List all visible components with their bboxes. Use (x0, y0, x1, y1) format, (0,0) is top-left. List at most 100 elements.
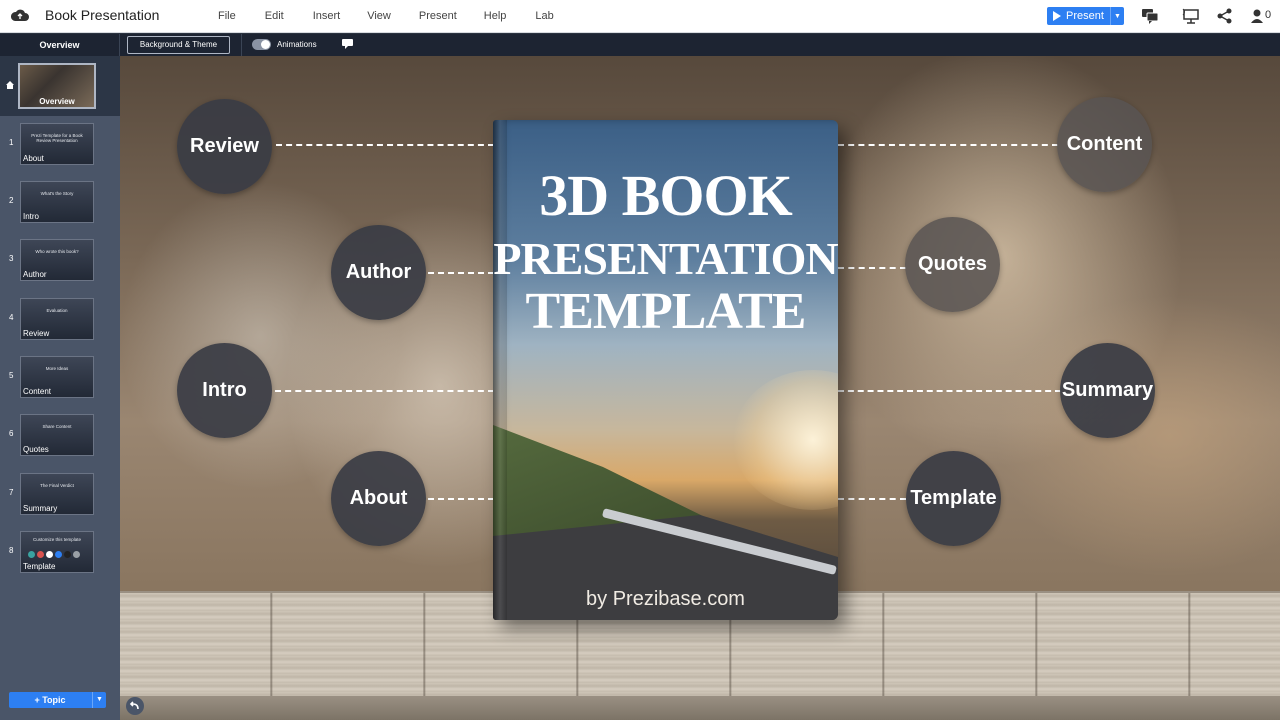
menu-file[interactable]: File (218, 10, 236, 22)
cloud-icon[interactable] (11, 8, 29, 22)
slide-thumbnail[interactable]: The Final Verdict Summary (20, 473, 94, 515)
topic-review[interactable]: Review (177, 99, 272, 194)
slide-thumb-title: The Final Verdict (40, 483, 74, 488)
slide-label: Quotes (23, 445, 49, 454)
book-cover[interactable]: 3D BOOK PRESENTATION TEMPLATE by Preziba… (493, 120, 838, 620)
slide-thumbnail[interactable]: Who wrote this book? Author (20, 239, 94, 281)
slide-item[interactable]: 3 Who wrote this book? Author (0, 239, 120, 283)
topic-summary[interactable]: Summary (1060, 343, 1155, 438)
slide-thumbnail[interactable]: Customize this template Template (20, 531, 94, 573)
slide-thumbnail[interactable]: Evaluation Review (20, 298, 94, 340)
share-icon[interactable] (1216, 8, 1234, 24)
menu-edit[interactable]: Edit (265, 10, 284, 22)
back-button[interactable] (126, 697, 144, 715)
slide-number: 1 (9, 138, 14, 147)
connector-line (838, 390, 1061, 392)
swatch (28, 551, 35, 558)
slide-item[interactable]: 2 What's the Story Intro (0, 181, 120, 225)
slide-item[interactable]: 6 Share Content Quotes (0, 414, 120, 458)
topic-author[interactable]: Author (331, 225, 426, 320)
slide-thumb-title: Evaluation (46, 308, 68, 313)
menu-help[interactable]: Help (484, 10, 507, 22)
back-arrow-icon (129, 701, 139, 710)
slide-number: 4 (9, 313, 14, 322)
add-topic-button[interactable]: + Topic ▼ (9, 692, 106, 708)
slide-item[interactable]: 7 The Final Verdict Summary (0, 473, 120, 517)
book-sun-glow (733, 370, 838, 510)
overview-thumb-label: Overview (39, 97, 75, 106)
top-menu-bar: Book Presentation File Edit Insert View … (0, 0, 1280, 33)
connector-line (838, 267, 906, 269)
present-options-dropdown[interactable]: ▼ (1110, 7, 1124, 25)
menu-insert[interactable]: Insert (313, 10, 341, 22)
overview-tab[interactable]: Overview (0, 34, 120, 56)
swatch (37, 551, 44, 558)
add-topic-dropdown[interactable]: ▼ (92, 692, 106, 708)
document-title[interactable]: Book Presentation (45, 7, 159, 23)
overview-slide-row[interactable]: Overview (0, 56, 120, 116)
slide-item[interactable]: 1 Prezi Template for a Book Review Prese… (0, 123, 120, 167)
comment-icon[interactable] (342, 39, 353, 49)
topic-quotes[interactable]: Quotes (905, 217, 1000, 312)
book-title-line1: 3D BOOK (539, 163, 792, 228)
slide-item[interactable]: 5 More Ideas Content (0, 356, 120, 400)
topic-intro[interactable]: Intro (177, 343, 272, 438)
connector-line (838, 144, 1058, 146)
background-theme-button[interactable]: Background & Theme (127, 36, 230, 54)
slide-label: About (23, 154, 44, 163)
slide-label: Summary (23, 504, 58, 513)
slide-thumb-title: Who wrote this book? (35, 249, 79, 254)
slide-label: Author (23, 270, 47, 279)
collaborator-count: 0 (1265, 9, 1272, 21)
presentation-canvas[interactable]: 3D BOOK PRESENTATION TEMPLATE by Preziba… (120, 56, 1280, 720)
swatch (64, 551, 71, 558)
book-title-line3: TEMPLATE (525, 283, 807, 340)
slide-thumb-title: More Ideas (45, 366, 69, 371)
toolbar-divider (241, 34, 242, 56)
slide-thumb-title: Customize this template (32, 537, 82, 542)
slide-number: 8 (9, 546, 14, 555)
topic-content[interactable]: Content (1057, 97, 1152, 192)
book-byline: by Prezibase.com (586, 588, 745, 610)
add-topic-label: + Topic (34, 695, 66, 705)
slide-label: Template (23, 562, 56, 571)
slide-number: 3 (9, 254, 14, 263)
comments-icon[interactable] (1141, 8, 1159, 24)
slide-thumbnail[interactable]: What's the Story Intro (20, 181, 94, 223)
slide-thumb-title: What's the Story (40, 191, 74, 196)
slide-label: Intro (23, 212, 40, 221)
connector-line (276, 144, 494, 146)
table-edge (120, 696, 1280, 720)
slide-thumbnail[interactable]: More Ideas Content (20, 356, 94, 398)
slide-item[interactable]: 8 Customize this template Template (0, 531, 120, 575)
overview-thumbnail[interactable]: Overview (18, 63, 96, 109)
slide-thumbnail[interactable]: Prezi Template for a Book Review Present… (20, 123, 94, 165)
menu-present[interactable]: Present (419, 10, 457, 22)
slide-number: 7 (9, 488, 14, 497)
book-title-line2: PRESENTATION (493, 233, 838, 284)
connector-line (838, 498, 906, 500)
menu-view[interactable]: View (367, 10, 391, 22)
collaborators-icon[interactable] (1251, 8, 1264, 24)
connector-line (428, 498, 494, 500)
slide-item[interactable]: 4 Evaluation Review (0, 298, 120, 342)
swatch (73, 551, 80, 558)
slide-number: 6 (9, 429, 14, 438)
topic-template[interactable]: Template (906, 451, 1001, 546)
menu-lab[interactable]: Lab (535, 10, 553, 22)
swatch (46, 551, 53, 558)
secondary-toolbar: Overview Background & Theme Animations (0, 34, 1280, 56)
slide-panel: Overview 1 Prezi Template for a Book Rev… (0, 56, 120, 720)
slide-thumb-title: Prezi Template for a Book Review Present… (31, 133, 83, 143)
connector-line (275, 390, 494, 392)
animations-label: Animations (277, 40, 317, 49)
animations-toggle[interactable] (252, 39, 271, 50)
color-swatches (28, 551, 82, 558)
present-button[interactable]: Present ▼ (1047, 7, 1124, 25)
slide-number: 2 (9, 196, 14, 205)
present-label: Present (1066, 10, 1104, 22)
main-menu: File Edit Insert View Present Help Lab (218, 10, 554, 22)
topic-about[interactable]: About (331, 451, 426, 546)
present-remotely-icon[interactable] (1182, 8, 1200, 24)
slide-thumbnail[interactable]: Share Content Quotes (20, 414, 94, 456)
